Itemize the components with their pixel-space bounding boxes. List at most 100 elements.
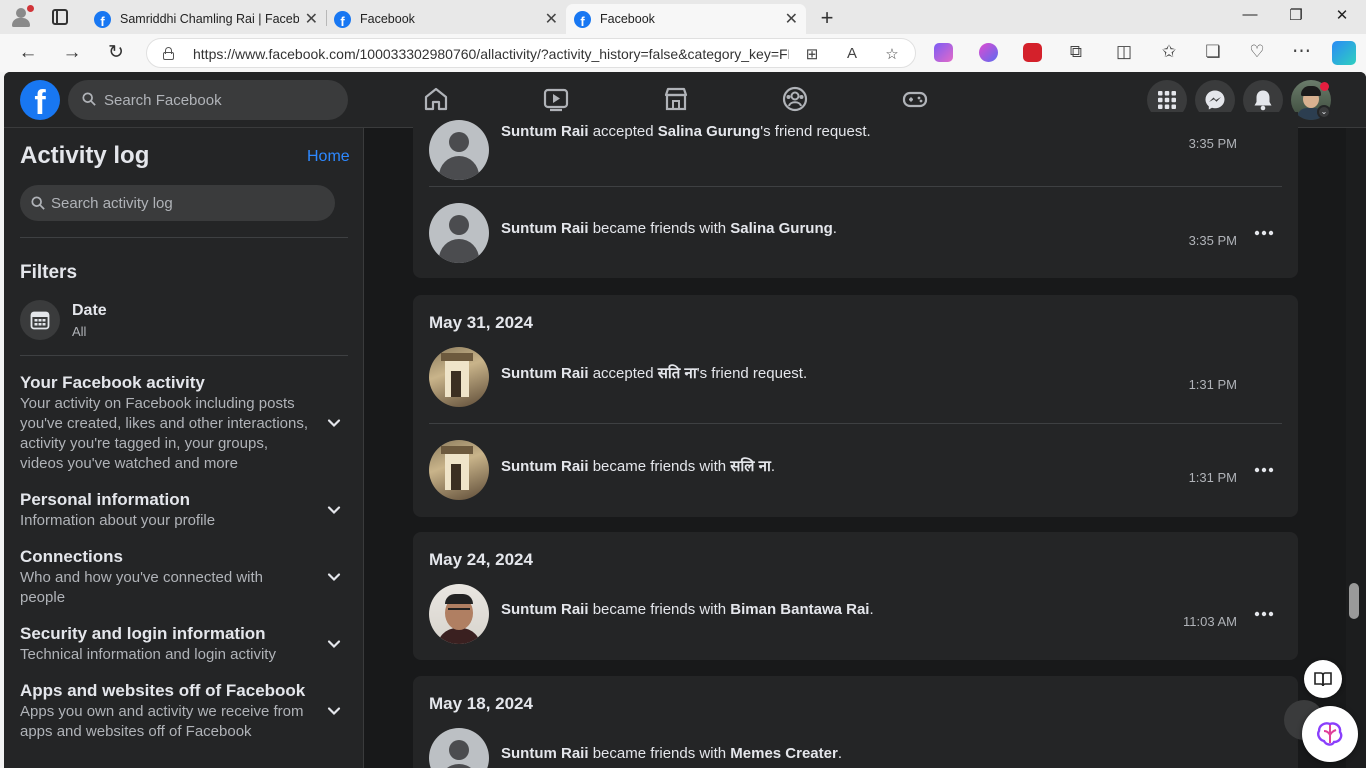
activity-log-sidebar: Activity log Home Filters Date All Your … (4, 128, 364, 768)
category-title: Personal information (20, 490, 191, 509)
profile-avatar[interactable] (429, 440, 489, 500)
activity-time: 1:31 PM (1188, 470, 1237, 485)
browser-essentials-icon[interactable]: ♡ (1248, 42, 1266, 62)
category-title: Your Facebook activity (20, 373, 205, 392)
calendar-icon[interactable] (20, 300, 60, 340)
search-activity-input[interactable] (51, 185, 321, 221)
tab-title: Facebook (360, 12, 415, 26)
activity-group: May 31, 2024 Suntum Raii accepted सति ना… (413, 295, 1298, 517)
activity-entry[interactable]: Suntum Raii became friends with Salina G… (429, 187, 1282, 279)
divider (20, 237, 348, 238)
page-title: Activity log (20, 142, 150, 169)
facebook-search[interactable] (68, 80, 348, 120)
restore-window-button[interactable]: ❐ (1286, 6, 1306, 24)
tab-actions-icon[interactable] (52, 9, 68, 25)
activity-time: 11:03 AM (1183, 614, 1237, 629)
forward-arrow-icon[interactable]: → (61, 42, 83, 64)
search-icon (82, 92, 96, 106)
activity-time: 3:35 PM (1188, 233, 1237, 248)
activity-search[interactable] (20, 185, 335, 221)
settings-more-icon[interactable]: ⋯ (1292, 40, 1311, 63)
extensions-puzzle-icon[interactable]: ⧉ (1067, 42, 1085, 62)
category-security-and-login[interactable]: Security and login information Technical… (20, 623, 350, 665)
extension-2-icon[interactable] (979, 43, 998, 62)
activity-text: Suntum Raii became friends with Memes Cr… (501, 745, 842, 762)
browser-profile-icon[interactable] (8, 5, 34, 29)
minimize-window-button[interactable]: — (1240, 6, 1260, 23)
favorites-icon[interactable]: ✩ (1160, 42, 1178, 62)
close-tab-icon[interactable]: ✕ (545, 9, 558, 29)
ai-assistant-icon[interactable] (1302, 706, 1358, 762)
more-options-icon[interactable] (1254, 460, 1274, 480)
home-link[interactable]: Home (307, 148, 350, 166)
category-description: Who and how you've connected with people (20, 569, 264, 606)
close-window-button[interactable]: ✕ (1332, 6, 1352, 24)
profile-avatar[interactable] (429, 584, 489, 644)
facebook-favicon-icon: f (94, 10, 111, 28)
search-icon (31, 196, 45, 210)
group-date: May 18, 2024 (429, 694, 533, 713)
chevron-down-icon[interactable] (326, 636, 342, 652)
chevron-down-icon[interactable]: ⌄ (1317, 105, 1331, 119)
date-filter-label[interactable]: Date (72, 302, 107, 320)
category-description: Technical information and login activity (20, 646, 276, 663)
new-tab-button[interactable]: + (816, 5, 838, 31)
activity-entry[interactable]: Suntum Raii became friends with सलि ना. … (429, 424, 1282, 516)
activity-text: Suntum Raii became friends with सलि ना. (501, 458, 776, 475)
close-tab-icon[interactable]: ✕ (785, 9, 798, 29)
chevron-down-icon[interactable] (326, 703, 342, 719)
activity-entry[interactable]: Suntum Raii became friends with Biman Ba… (429, 568, 1282, 660)
profile-avatar[interactable] (429, 120, 489, 180)
activity-text: Suntum Raii accepted सति ना's friend req… (501, 365, 808, 382)
category-title: Apps and websites off of Facebook (20, 681, 306, 700)
immersive-reader-icon[interactable] (1304, 660, 1342, 698)
extension-1-icon[interactable] (934, 43, 953, 62)
category-personal-information[interactable]: Personal information Information about y… (20, 489, 350, 531)
facebook-logo[interactable]: f (20, 80, 60, 120)
browser-tab-2[interactable]: f Facebook ✕ (326, 4, 566, 34)
date-filter-value: All (72, 324, 87, 339)
copilot-icon[interactable] (1332, 41, 1356, 65)
activity-entry[interactable]: Suntum Raii became friends with Memes Cr… (429, 712, 1282, 768)
category-your-facebook-activity[interactable]: Your Facebook activity Your activity on … (20, 372, 350, 474)
more-options-icon[interactable] (1254, 604, 1274, 624)
activity-group: May 24, 2024 Suntum Raii became friends … (413, 532, 1298, 660)
chevron-down-icon[interactable] (326, 569, 342, 585)
profile-avatar[interactable] (429, 728, 489, 768)
favorite-star-icon[interactable]: ☆ (883, 45, 901, 63)
scrollbar-thumb[interactable] (1349, 583, 1359, 619)
collections-icon[interactable]: ❏ (1204, 42, 1222, 62)
facebook-favicon-icon: f (574, 10, 591, 28)
group-date: May 24, 2024 (429, 550, 533, 569)
profile-avatar[interactable] (429, 347, 489, 407)
category-connections[interactable]: Connections Who and how you've connected… (20, 546, 350, 608)
chevron-down-icon[interactable] (326, 415, 342, 431)
filters-heading: Filters (20, 262, 78, 283)
search-input[interactable] (104, 80, 334, 120)
lock-icon[interactable] (163, 47, 174, 60)
activity-text: Suntum Raii accepted Salina Gurung's fri… (501, 123, 871, 140)
url-text[interactable]: https://www.facebook.com/100033302980760… (193, 46, 789, 62)
category-apps-and-websites[interactable]: Apps and websites off of Facebook Apps y… (20, 680, 350, 742)
close-tab-icon[interactable]: ✕ (305, 9, 318, 29)
browser-tab-3-active[interactable]: f Facebook ✕ (566, 4, 806, 34)
facebook-favicon-icon: f (334, 10, 351, 28)
address-bar[interactable]: https://www.facebook.com/100033302980760… (146, 38, 916, 68)
activity-time: 3:35 PM (1188, 136, 1237, 151)
extension-3-icon[interactable] (1023, 43, 1042, 62)
divider (20, 355, 348, 356)
read-aloud-icon[interactable]: A (843, 45, 861, 62)
chevron-down-icon[interactable] (326, 502, 342, 518)
activity-entry[interactable]: Suntum Raii accepted सति ना's friend req… (429, 331, 1282, 423)
browser-tab-1[interactable]: f Samriddhi Chamling Rai | Facebook ✕ (86, 4, 326, 34)
app-install-icon[interactable]: ⊞ (803, 45, 821, 63)
profile-avatar[interactable] (429, 203, 489, 263)
activity-text: Suntum Raii became friends with Salina G… (501, 220, 837, 237)
split-screen-icon[interactable]: ◫ (1115, 42, 1133, 62)
more-options-icon[interactable] (1254, 223, 1274, 243)
notification-badge (1320, 82, 1329, 91)
refresh-icon[interactable]: ↻ (105, 42, 127, 64)
back-arrow-icon[interactable]: ← (17, 42, 39, 64)
scrollbar-track[interactable] (1346, 128, 1366, 768)
activity-group: May 18, 2024 Suntum Raii became friends … (413, 676, 1298, 768)
